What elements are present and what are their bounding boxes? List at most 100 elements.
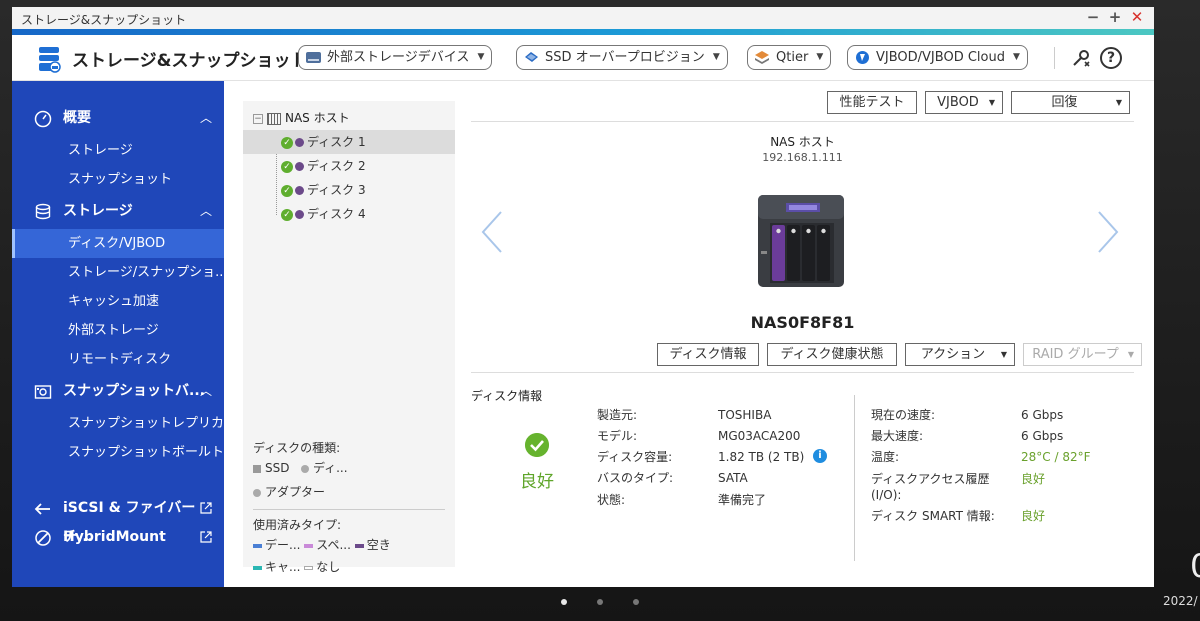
disk-status-text: 良好 (520, 472, 554, 492)
divider (471, 121, 1134, 122)
divider (471, 372, 1134, 373)
dashboard-icon (34, 110, 52, 128)
ssd-icon (525, 52, 538, 62)
status-ok-icon: ✓ (281, 136, 293, 149)
nas-name: NAS ホスト (770, 135, 835, 149)
page-dot-2[interactable] (597, 599, 603, 605)
sidebar-section-hybridmount[interactable]: HybridMount (12, 523, 224, 552)
sidebar-section-label: HybridMount (63, 529, 166, 545)
sidebar-section-storage[interactable]: ストレージ ︿ (12, 197, 224, 226)
next-arrow-icon[interactable] (1095, 209, 1121, 255)
spare-swatch (304, 543, 314, 548)
sidebar-item-overview-snapshot[interactable]: スナップショット (12, 165, 224, 194)
tree-disk-label: ディスク 3 (307, 183, 366, 197)
sidebar-item-remote-disk[interactable]: リモートディスク (12, 345, 224, 374)
tools-icon[interactable] (1070, 47, 1092, 69)
sidebar-item-disk-vjbod[interactable]: ディスク/VJBOD (12, 229, 224, 258)
external-storage-menu[interactable]: 外部ストレージデバイス ▼ (298, 45, 493, 70)
disk-swatch (300, 464, 309, 473)
recover-label: 回復 (1051, 95, 1078, 110)
tree-disk-2[interactable]: ✓ ディスク 2 (243, 154, 455, 178)
tree-root-nas-host[interactable]: − NAS ホスト (253, 109, 350, 127)
nas-ip-address: 192.168.1.111 (762, 151, 843, 164)
tree-disk-label: ディスク 2 (307, 159, 366, 173)
hybridmount-icon (35, 530, 51, 546)
disk-info-button[interactable]: ディスク情報 (657, 343, 759, 366)
info-value: 6 Gbps (1021, 408, 1064, 422)
nas-icon (267, 112, 281, 125)
sidebar-section-snapshot-backup[interactable]: スナップショットバ... ︿ (12, 377, 224, 406)
chevron-up-icon: ︿ (199, 111, 212, 125)
vjbod-dropdown[interactable]: VJBOD ▼ (925, 91, 1003, 114)
qtier-menu[interactable]: Qtier ▼ (747, 45, 832, 70)
action-dropdown[interactable]: アクション ▼ (905, 343, 1015, 366)
recover-dropdown[interactable]: 回復 ▼ (1011, 91, 1130, 114)
sidebar-item-overview-storage[interactable]: ストレージ (12, 136, 224, 165)
page-dot-3[interactable] (632, 599, 639, 605)
legend-row: デー... スペ... 空き (253, 536, 445, 558)
tree-disk-1[interactable]: ✓ ディスク 1 (243, 130, 455, 154)
storage-snapshot-window: ストレージ&スナップショット − + ✕ ストレージ&スナップショット 外部ストレー… (12, 7, 1154, 587)
info-key: モデル: (597, 429, 638, 443)
info-divider (854, 395, 855, 561)
performance-test-button[interactable]: 性能テスト (827, 91, 917, 114)
vjbod-cloud-menu[interactable]: VJBOD/VJBOD Cloud ▼ (847, 45, 1028, 70)
legend-row: SSD ディ... (253, 459, 445, 481)
storage-app-icon (39, 47, 61, 73)
info-key: 最大速度: (871, 429, 924, 443)
legend-row: アダプター (253, 483, 445, 505)
window-titlebar[interactable]: ストレージ&スナップショット − + ✕ (12, 7, 1154, 29)
legend-none: なし (316, 560, 341, 574)
raid-group-dropdown[interactable]: RAID グループ ▼ (1023, 343, 1142, 366)
qtier-icon (755, 51, 769, 64)
sidebar-item-external-storage[interactable]: 外部ストレージ (12, 316, 224, 345)
close-icon[interactable]: ✕ (1126, 8, 1148, 26)
legend-ssd: SSD (265, 461, 290, 475)
legend-disk: ディ... (312, 461, 348, 475)
info-key: バスのタイプ: (597, 471, 674, 485)
info-value: 1.82 TB (2 TB) (718, 450, 805, 464)
status-ok-icon: ✓ (281, 160, 293, 173)
nas-model-name: NAS0F8F81 (750, 313, 855, 332)
chevron-down-icon: ▼ (477, 52, 485, 62)
collapse-icon[interactable]: − (253, 113, 263, 124)
sidebar-section-label: ストレージ (63, 203, 133, 219)
io-history-value: 良好 (1021, 472, 1046, 486)
sidebar: 概要 ︿ ストレージ スナップショット ストレージ ︿ ディスク/VJBOD ス… (12, 81, 224, 587)
info-key: 状態: (597, 493, 626, 507)
disk-type-dot (295, 186, 304, 195)
iscsi-arrow-icon (34, 503, 50, 515)
chevron-down-icon: ▼ (712, 52, 720, 62)
info-value: 6 Gbps (1021, 429, 1064, 443)
chevron-down-icon: ▼ (988, 98, 995, 107)
nas-device-image (758, 195, 844, 287)
adapter-swatch (253, 488, 261, 497)
tree-disk-4[interactable]: ✓ ディスク 4 (243, 202, 455, 226)
previous-arrow-icon[interactable] (479, 209, 505, 255)
snapshot-icon (34, 385, 52, 399)
sidebar-section-iscsi[interactable]: iSCSI & ファイバーチ... (12, 494, 224, 545)
chevron-down-icon: ▼ (1127, 350, 1134, 359)
sidebar-item-snapshot-vault[interactable]: スナップショットボールト (12, 438, 224, 467)
tree-disk-3[interactable]: ✓ ディスク 3 (243, 178, 455, 202)
legend-spare: スペ... (316, 538, 351, 552)
sidebar-item-storage-snapshot[interactable]: ストレージ/スナップショ... (12, 258, 224, 287)
info-icon[interactable]: i (813, 449, 827, 463)
sidebar-item-cache-acceleration[interactable]: キャッシュ加速 (12, 287, 224, 316)
sidebar-section-overview[interactable]: 概要 ︿ (12, 104, 224, 133)
disk-health-button[interactable]: ディスク健康状態 (767, 343, 897, 366)
action-label: アクション (920, 347, 986, 362)
help-icon[interactable]: ? (1100, 47, 1122, 69)
external-link-icon (200, 502, 212, 514)
page-dot-1[interactable] (561, 599, 568, 605)
sidebar-item-snapshot-replica[interactable]: スナップショットレプリカ (12, 409, 224, 438)
desktop-page-indicator[interactable] (0, 594, 1200, 608)
disk-detail-panel: 性能テスト VJBOD ▼ 回復 ▼ NAS ホスト 192.168.1.111 N… (471, 87, 1142, 587)
ssd-overprovision-menu[interactable]: SSD オーバープロビジョン ▼ (516, 45, 728, 70)
temperature-value: 28°C / 82°F (1021, 450, 1091, 464)
chevron-down-icon: ▼ (816, 52, 824, 62)
minimize-icon[interactable]: − (1082, 8, 1104, 26)
window-controls: − + ✕ (1082, 8, 1148, 26)
maximize-icon[interactable]: + (1104, 8, 1126, 26)
external-drive-icon (306, 52, 321, 63)
